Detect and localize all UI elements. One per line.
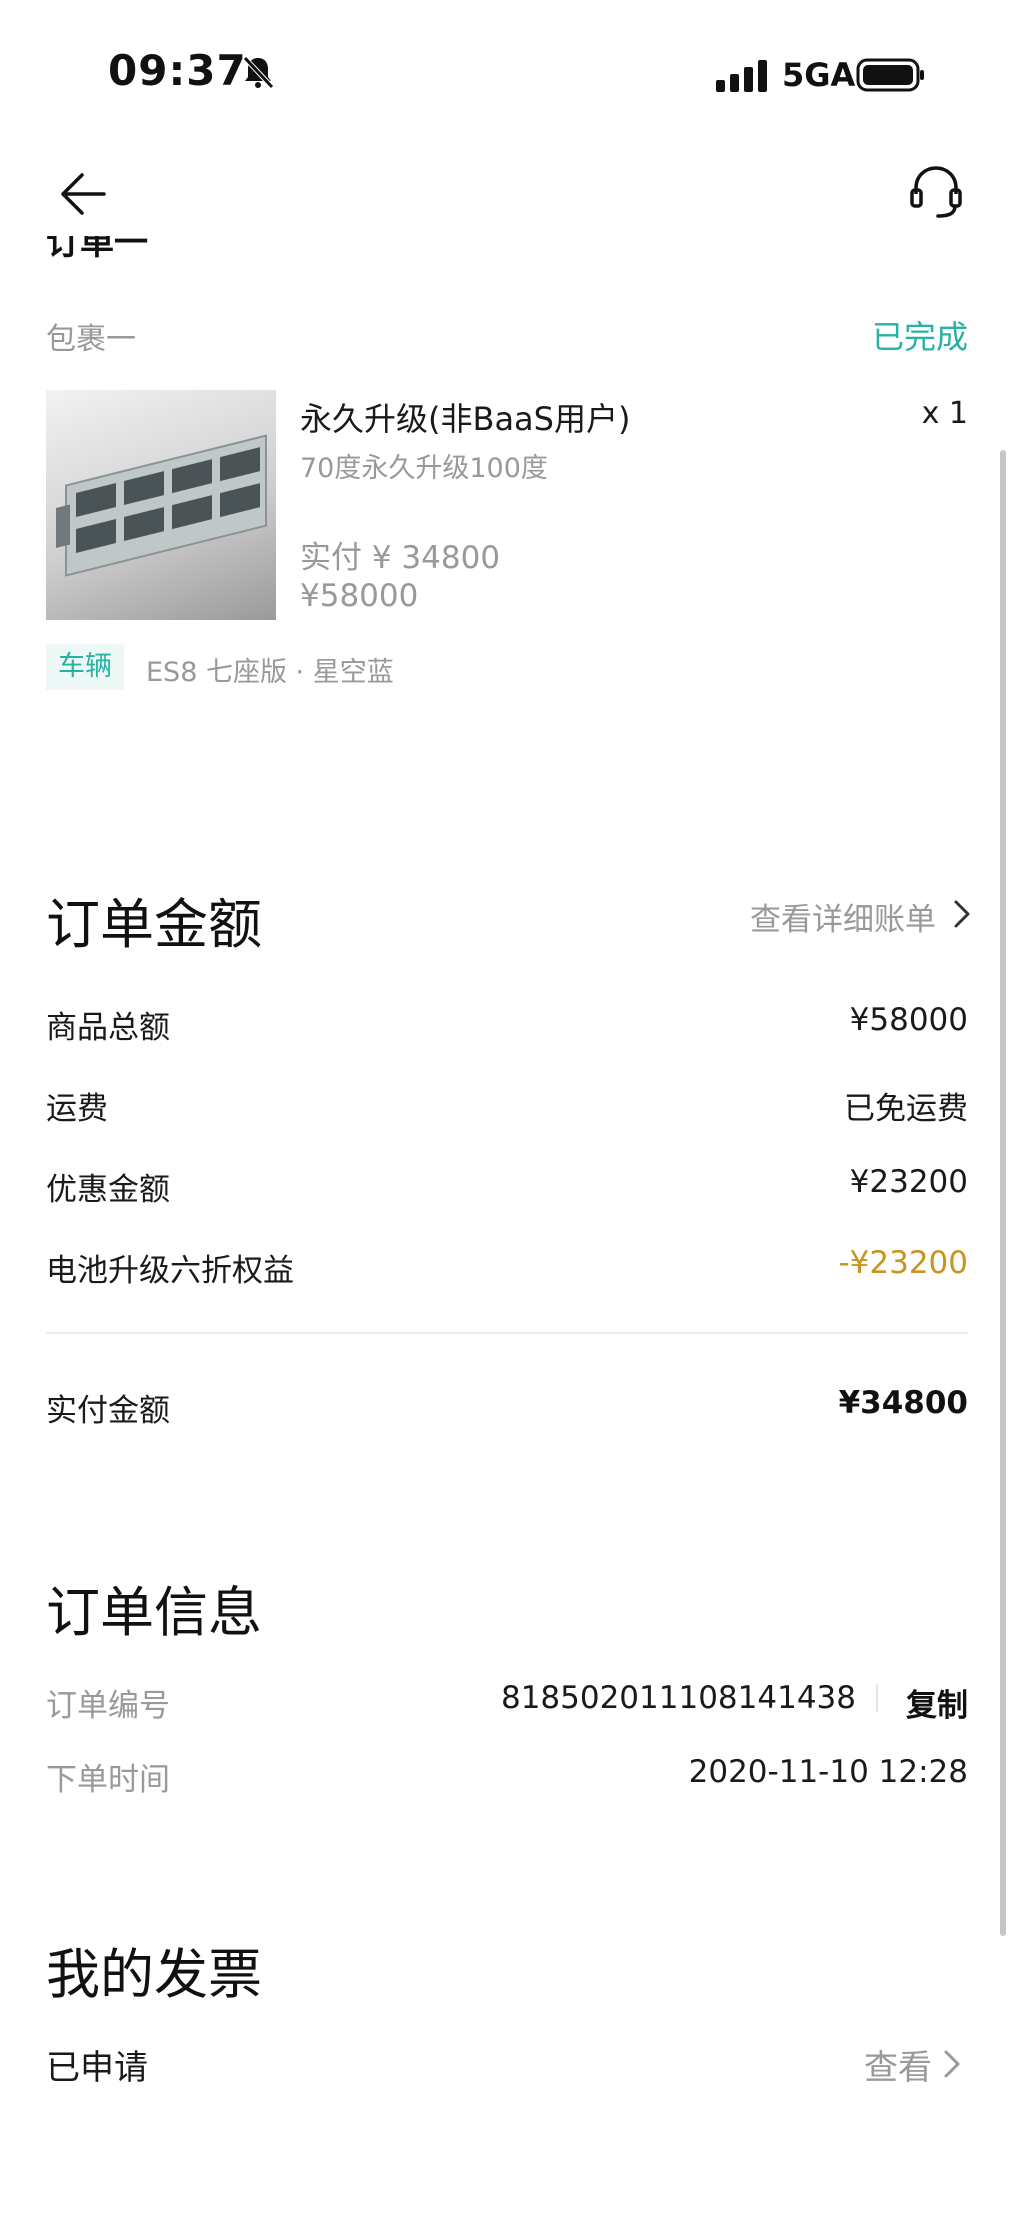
status-time: 09:37 (108, 46, 247, 95)
discount-label: 优惠金额 (46, 1172, 170, 1208)
chevron-right-icon[interactable] (942, 2048, 962, 2080)
order-time-value: 2020-11-10 12:28 (688, 1754, 968, 1790)
customer-service-icon[interactable] (904, 160, 968, 224)
subtotal-label: 商品总额 (46, 1010, 170, 1046)
order-time-label: 下单时间 (46, 1762, 170, 1798)
copy-button[interactable]: 复制 (906, 1680, 968, 1725)
product-quantity: x 1 (921, 396, 968, 431)
invoice-status: 已申请 (46, 2048, 148, 2088)
network-label: 5GA (782, 56, 856, 94)
back-arrow-icon[interactable] (56, 166, 112, 222)
battery-icon (856, 58, 924, 92)
vehicle-model: ES8 七座版 · 星空蓝 (146, 657, 394, 688)
invoice-view-link[interactable]: 查看 (864, 2040, 932, 2089)
product-description: 70度永久升级100度 (300, 453, 548, 484)
total-paid-label: 实付金额 (46, 1393, 170, 1429)
discount-value: ¥23200 (849, 1164, 968, 1200)
chevron-right-icon[interactable] (952, 898, 972, 930)
product-image[interactable] (46, 390, 276, 620)
product-original-price: ¥58000 (300, 578, 419, 614)
view-detailed-bill-link[interactable]: 查看详细账单 (750, 894, 936, 939)
battery-benefit-label: 电池升级六折权益 (46, 1253, 294, 1289)
scrollbar[interactable] (1000, 450, 1006, 1936)
battery-benefit-value: -¥23200 (838, 1245, 968, 1281)
product-name: 永久升级(非BaaS用户) (300, 400, 631, 438)
package-label: 包裹一 (46, 322, 136, 357)
shipping-label: 运费 (46, 1091, 108, 1127)
order-status: 已完成 (871, 318, 968, 356)
vehicle-tag: 车辆 (46, 644, 124, 690)
copy-separator (876, 1684, 878, 1712)
subtotal-value: ¥58000 (849, 1002, 968, 1038)
battery-pack-graphic (56, 434, 267, 577)
order-number-label: 订单编号 (46, 1688, 170, 1724)
order-info-title: 订单信息 (46, 1581, 262, 1644)
divider (46, 1332, 968, 1334)
total-paid-value: ¥34800 (838, 1385, 968, 1421)
bell-muted-icon (243, 56, 274, 89)
signal-icon (716, 60, 767, 92)
order-amount-title: 订单金额 (46, 893, 262, 956)
cut-off-title: 订单一 (46, 236, 148, 258)
product-paid-amount: 实付 ¥ 34800 (300, 540, 501, 576)
invoice-title: 我的发票 (46, 1943, 262, 2006)
shipping-value: 已免运费 (844, 1091, 968, 1127)
order-number-value: 818502011108141438 (500, 1680, 856, 1716)
